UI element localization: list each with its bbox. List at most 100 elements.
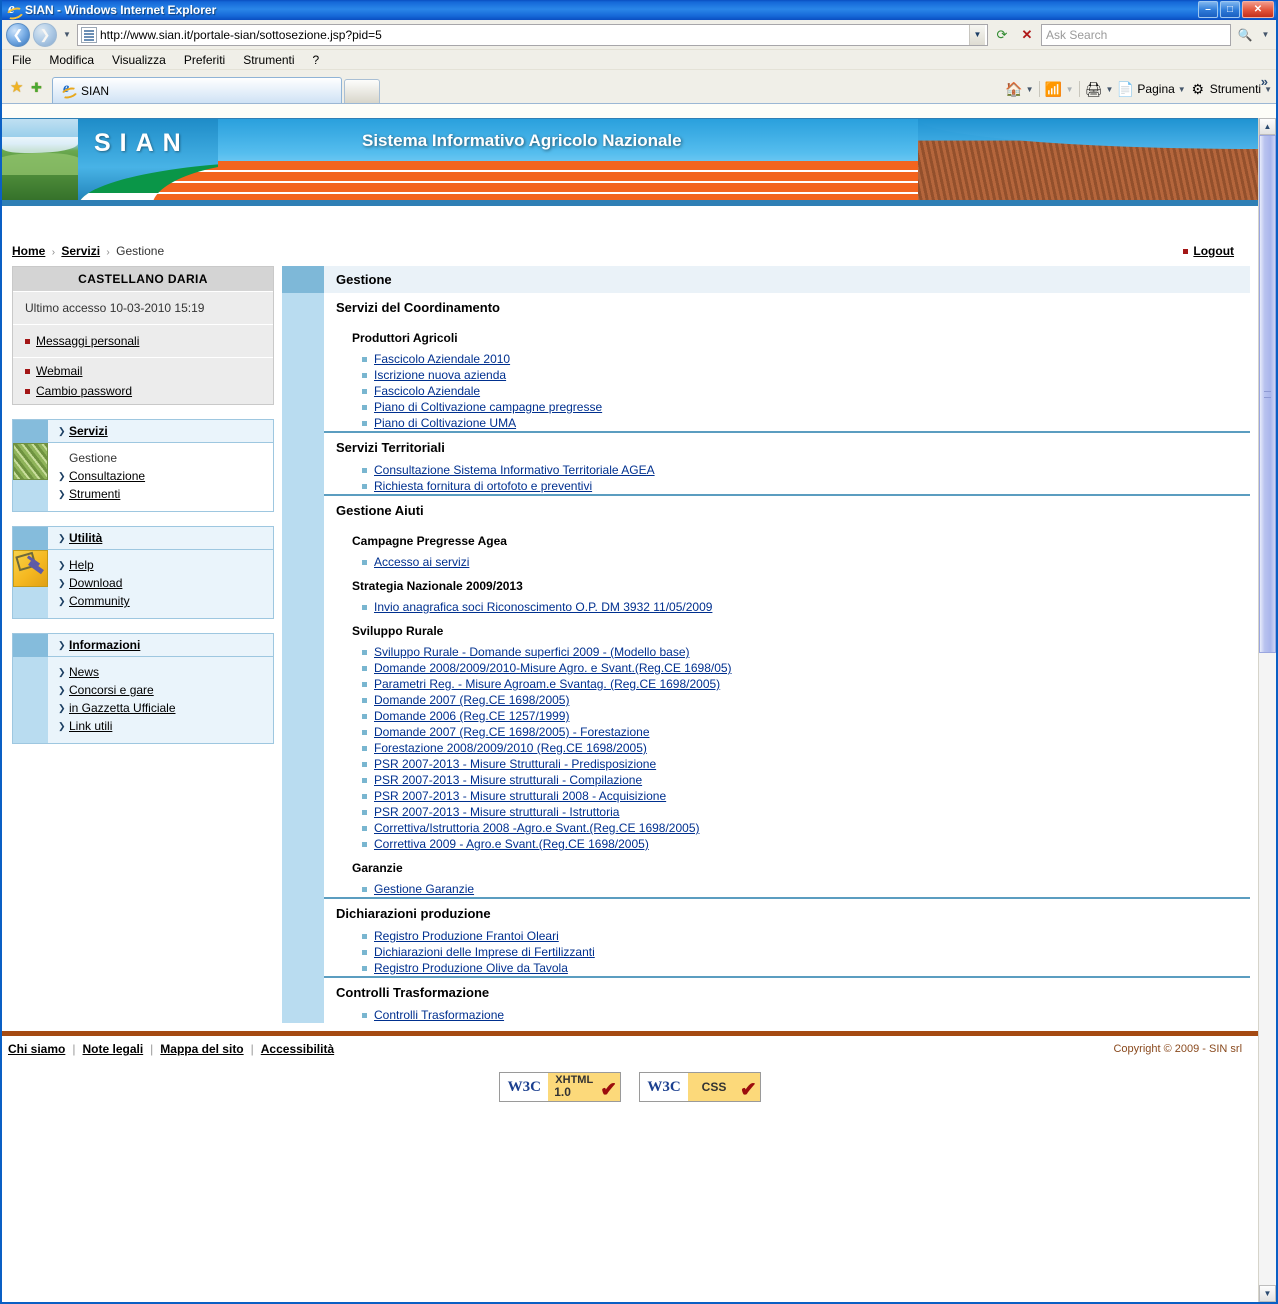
feeds-icon[interactable]: 📶	[1045, 80, 1063, 98]
back-button[interactable]: ❮	[6, 22, 30, 47]
block-title[interactable]: ❯ Utilità	[48, 527, 273, 550]
menu-item-visualizza[interactable]: Visualizza	[112, 53, 166, 67]
link-label[interactable]: Piano di Coltivazione campagne pregresse	[374, 400, 602, 414]
url-history-dropdown[interactable]: ▼	[969, 24, 985, 45]
print-icon[interactable]: 🖨	[1085, 80, 1103, 98]
refresh-icon[interactable]: ⟳	[991, 24, 1013, 46]
content-link[interactable]: Controlli Trasformazione	[336, 1007, 1250, 1023]
block-title-label[interactable]: Utilità	[69, 531, 102, 545]
sidebar-item-news[interactable]: ❯ News	[58, 663, 273, 681]
link-label[interactable]: Domande 2006 (Reg.CE 1257/1999)	[374, 709, 569, 723]
content-link[interactable]: Registro Produzione Olive da Tavola	[336, 960, 1250, 976]
sidebar-item-label[interactable]: Strumenti	[69, 487, 120, 501]
footer-link-mappa-del-sito[interactable]: Mappa del sito	[160, 1042, 243, 1056]
content-link[interactable]: PSR 2007-2013 - Misure strutturali - Ist…	[336, 804, 1250, 820]
search-input[interactable]: Ask Search	[1041, 23, 1231, 46]
content-link[interactable]: Richiesta fornitura di ortofoto e preven…	[336, 478, 1250, 494]
search-icon[interactable]: 🔍	[1234, 24, 1256, 46]
link-label[interactable]: PSR 2007-2013 - Misure strutturali - Ist…	[374, 805, 619, 819]
link-label[interactable]: Domande 2007 (Reg.CE 1698/2005) - Forest…	[374, 725, 650, 739]
sidebar-item-strumenti[interactable]: ❯ Strumenti	[58, 485, 273, 503]
content-link[interactable]: Piano di Coltivazione UMA	[336, 415, 1250, 431]
page-menu-button[interactable]: 📄 Pagina ▼	[1116, 80, 1186, 98]
link-label[interactable]: Gestione Garanzie	[374, 882, 474, 896]
scroll-down-button[interactable]: ▼	[1259, 1285, 1276, 1302]
maximize-button[interactable]: □	[1220, 1, 1240, 18]
content-link[interactable]: Forestazione 2008/2009/2010 (Reg.CE 1698…	[336, 740, 1250, 756]
search-provider-dropdown[interactable]: ▼	[1259, 24, 1272, 46]
link-label[interactable]: Fascicolo Aziendale 2010	[374, 352, 510, 366]
link-label[interactable]: Cambio password	[36, 384, 132, 398]
link-label[interactable]: PSR 2007-2013 - Misure strutturali - Com…	[374, 773, 642, 787]
link-label[interactable]: Correttiva 2009 - Agro.e Svant.(Reg.CE 1…	[374, 837, 649, 851]
sidebar-item-label[interactable]: News	[69, 665, 99, 679]
link-label[interactable]: Registro Produzione Olive da Tavola	[374, 961, 568, 975]
content-link[interactable]: Fascicolo Aziendale 2010	[336, 351, 1250, 367]
sidebar-item-concorsi[interactable]: ❯ Concorsi e gare	[58, 681, 273, 699]
content-link[interactable]: Piano di Coltivazione campagne pregresse	[336, 399, 1250, 415]
sidebar-item-label[interactable]: Link utili	[69, 719, 112, 733]
link-label[interactable]: Domande 2007 (Reg.CE 1698/2005)	[374, 693, 569, 707]
menu-item-modifica[interactable]: Modifica	[49, 53, 94, 67]
link-label[interactable]: Piano di Coltivazione UMA	[374, 416, 516, 430]
logout-link[interactable]: Logout	[1183, 244, 1234, 258]
sidebar-item-consultazione[interactable]: ❯ Consultazione	[58, 467, 273, 485]
content-link[interactable]: Accesso ai servizi	[336, 554, 1250, 570]
sidebar-item-label[interactable]: Consultazione	[69, 469, 145, 483]
sidebar-item-label[interactable]: Concorsi e gare	[69, 683, 154, 697]
content-link[interactable]: Consultazione Sistema Informativo Territ…	[336, 462, 1250, 478]
link-label[interactable]: Dichiarazioni delle Imprese di Fertilizz…	[374, 945, 595, 959]
content-link[interactable]: PSR 2007-2013 - Misure Strutturali - Pre…	[336, 756, 1250, 772]
print-dropdown-icon[interactable]: ▼	[1106, 85, 1114, 94]
sidebar-item-label[interactable]: in Gazzetta Ufficiale	[69, 701, 176, 715]
sidebar-item-community[interactable]: ❯ Community	[58, 592, 273, 610]
link-label[interactable]: Correttiva/Istruttoria 2008 -Agro.e Svan…	[374, 821, 700, 835]
block-title-label[interactable]: Servizi	[69, 424, 108, 438]
sidebar-item-link-utili[interactable]: ❯ Link utili	[58, 717, 273, 735]
sidebar-item-download[interactable]: ❯ Download	[58, 574, 273, 592]
content-link[interactable]: Domande 2008/2009/2010-Misure Agro. e Sv…	[336, 660, 1250, 676]
site-logo[interactable]: SIAN	[94, 129, 190, 158]
sidebar-item-label[interactable]: Download	[69, 576, 122, 590]
forward-button[interactable]: ❯	[33, 22, 57, 47]
w3c-xhtml-badge[interactable]: W3C XHTML 1.0 ✔	[499, 1072, 622, 1102]
menu-item-strumenti[interactable]: Strumenti	[243, 53, 294, 67]
link-label[interactable]: Webmail	[36, 364, 82, 378]
sidebar-item-help[interactable]: ❯ Help	[58, 556, 273, 574]
content-link[interactable]: Registro Produzione Frantoi Oleari	[336, 928, 1250, 944]
user-link-cambio-password[interactable]: Cambio password	[13, 384, 273, 405]
footer-link-note-legali[interactable]: Note legali	[82, 1042, 143, 1056]
link-label[interactable]: Parametri Reg. - Misure Agroam.e Svantag…	[374, 677, 720, 691]
recent-pages-dropdown[interactable]: ▼	[60, 24, 74, 46]
link-label[interactable]: Consultazione Sistema Informativo Territ…	[374, 463, 655, 477]
url-bar[interactable]: http://www.sian.it/portale-sian/sottosez…	[77, 23, 988, 46]
link-label[interactable]: Forestazione 2008/2009/2010 (Reg.CE 1698…	[374, 741, 647, 755]
sidebar-item-label[interactable]: Help	[69, 558, 94, 572]
sidebar-item-gazzetta[interactable]: ❯ in Gazzetta Ufficiale	[58, 699, 273, 717]
logout-label[interactable]: Logout	[1193, 244, 1234, 258]
content-link[interactable]: Iscrizione nuova azienda	[336, 367, 1250, 383]
content-link[interactable]: Fascicolo Aziendale	[336, 383, 1250, 399]
new-tab-button[interactable]	[344, 79, 380, 103]
link-label[interactable]: Accesso ai servizi	[374, 555, 469, 569]
block-title[interactable]: ❯ Servizi	[48, 420, 273, 443]
tools-menu-button[interactable]: ⚙ Strumenti ▼	[1189, 80, 1272, 98]
breadcrumb-home[interactable]: Home	[12, 244, 45, 258]
content-link[interactable]: Domande 2007 (Reg.CE 1698/2005) - Forest…	[336, 724, 1250, 740]
block-title-label[interactable]: Informazioni	[69, 638, 140, 652]
content-link[interactable]: Invio anagrafica soci Riconoscimento O.P…	[336, 599, 1250, 615]
link-label[interactable]: PSR 2007-2013 - Misure Strutturali - Pre…	[374, 757, 656, 771]
link-label[interactable]: Messaggi personali	[36, 334, 139, 348]
w3c-css-badge[interactable]: W3C CSS ✔	[639, 1072, 761, 1102]
link-label[interactable]: Invio anagrafica soci Riconoscimento O.P…	[374, 600, 712, 614]
scroll-up-button[interactable]: ▲	[1259, 118, 1276, 135]
block-title[interactable]: ❯ Informazioni	[48, 634, 273, 657]
scrollbar-track[interactable]	[1259, 135, 1276, 1285]
user-link-messaggi[interactable]: Messaggi personali	[13, 324, 273, 357]
footer-link-accessibilita[interactable]: Accessibilità	[261, 1042, 334, 1056]
sidebar-item-label[interactable]: Community	[69, 594, 130, 608]
content-link[interactable]: Domande 2006 (Reg.CE 1257/1999)	[336, 708, 1250, 724]
content-link[interactable]: Parametri Reg. - Misure Agroam.e Svantag…	[336, 676, 1250, 692]
link-label[interactable]: Fascicolo Aziendale	[374, 384, 480, 398]
overflow-icon[interactable]: »	[1261, 74, 1268, 89]
